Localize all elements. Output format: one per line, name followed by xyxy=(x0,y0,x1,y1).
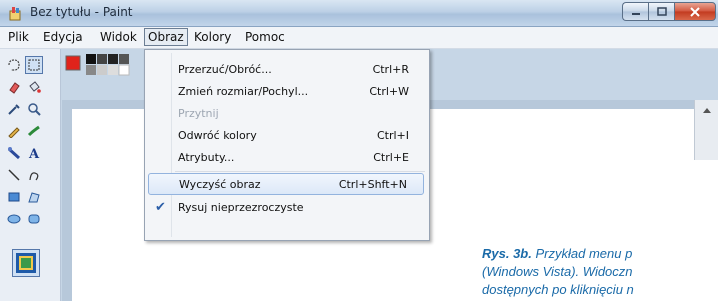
menu-item-shortcut: Ctrl+W xyxy=(369,85,409,98)
figure-caption-line-3: dostępnych po kliknięciu n xyxy=(482,282,634,297)
color-picker-icon[interactable] xyxy=(5,100,23,118)
menu-item-label: Atrybuty... xyxy=(178,151,235,164)
figure-caption-line-1: Rys. 3b. Przykład menu p xyxy=(482,246,632,261)
svg-text:A: A xyxy=(28,147,40,160)
menu-item-label: Przerzuć/Obróć... xyxy=(178,63,272,76)
rounded-rect-icon[interactable] xyxy=(25,210,43,228)
menu-item-label: Rysuj nieprzezroczyste xyxy=(178,201,304,214)
menu-pomoc[interactable]: Pomoc xyxy=(245,30,285,44)
checkmark-icon: ✔ xyxy=(155,200,166,215)
paint-app-icon xyxy=(9,7,21,21)
fill-style-selector[interactable] xyxy=(12,249,40,277)
maximize-button[interactable] xyxy=(648,2,674,21)
rectangle-icon[interactable] xyxy=(5,188,23,206)
menu-item-shortcut: Ctrl+I xyxy=(376,129,409,142)
menu-item-label: Zmień rozmiar/Pochyl... xyxy=(178,85,309,98)
menu-item-invert-colors[interactable]: Odwróć kolory Ctrl+I xyxy=(145,124,429,146)
minimize-button[interactable] xyxy=(622,2,648,21)
menu-item-clear-image[interactable]: Wyczyść obraz Ctrl+Shft+N xyxy=(148,173,424,195)
toolbox: A xyxy=(0,49,61,301)
color-swatch-white[interactable] xyxy=(118,64,130,76)
menu-plik[interactable]: Plik xyxy=(8,30,29,44)
rect-select-icon[interactable] xyxy=(25,56,43,74)
menu-item-resize-skew[interactable]: Zmień rozmiar/Pochyl... Ctrl+W xyxy=(145,80,429,102)
polygon-icon[interactable] xyxy=(25,188,43,206)
menu-kolory[interactable]: Kolory xyxy=(194,30,231,44)
menu-item-shortcut: Ctrl+R xyxy=(372,63,409,76)
menu-item-draw-opaque[interactable]: ✔ Rysuj nieprzezroczyste xyxy=(145,196,429,218)
color-swatch-dim[interactable] xyxy=(119,54,129,64)
menu-bar: Plik Edycja Widok Obraz Kolory Pomoc xyxy=(0,27,718,49)
fill-style-icon xyxy=(16,253,36,273)
obraz-dropdown-menu: Przerzuć/Obróć... Ctrl+R Zmień rozmiar/P… xyxy=(144,49,430,241)
maximize-icon xyxy=(656,7,667,16)
menu-separator xyxy=(175,171,425,172)
magnifier-icon[interactable] xyxy=(25,100,43,118)
color-palette xyxy=(62,52,152,88)
menu-item-crop: Przytnij xyxy=(145,102,429,124)
menu-item-attributes[interactable]: Atrybuty... Ctrl+E xyxy=(145,146,429,168)
figure-caption-line-2: (Windows Vista). Widoczn xyxy=(482,264,633,279)
primary-color-swatch[interactable] xyxy=(65,55,81,71)
close-icon xyxy=(690,6,700,17)
airbrush-icon[interactable] xyxy=(5,144,23,162)
menu-item-shortcut: Ctrl+E xyxy=(373,151,409,164)
brush-icon[interactable] xyxy=(25,122,43,140)
color-swatch-darkgray[interactable] xyxy=(97,54,107,64)
menu-item-label: Odwróć kolory xyxy=(178,129,257,142)
free-select-icon[interactable] xyxy=(5,56,23,74)
pencil-icon[interactable] xyxy=(5,122,23,140)
title-bar[interactable]: Bez tytułu - Paint xyxy=(0,0,718,27)
color-swatch-lightgray[interactable] xyxy=(97,65,107,75)
menu-obraz[interactable]: Obraz xyxy=(144,28,188,46)
minimize-icon xyxy=(631,12,640,15)
paint-window: Bez tytułu - Paint Plik Edycja Widok Obr… xyxy=(0,0,718,301)
curve-icon[interactable] xyxy=(25,166,43,184)
menu-item-label: Przytnij xyxy=(178,107,219,120)
menu-item-label: Wyczyść obraz xyxy=(179,178,261,191)
scroll-up-icon[interactable] xyxy=(695,100,718,120)
menu-widok[interactable]: Widok xyxy=(100,30,137,44)
window-title: Bez tytułu - Paint xyxy=(30,5,133,19)
color-swatch-black-2[interactable] xyxy=(108,54,118,64)
caption-buttons xyxy=(622,2,716,21)
figure-caption-label: Rys. 3b. xyxy=(482,246,532,261)
menu-item-flip-rotate[interactable]: Przerzuć/Obróć... Ctrl+R xyxy=(145,58,429,80)
figure-caption-panel xyxy=(456,160,718,301)
color-swatch-silver[interactable] xyxy=(108,65,118,75)
ellipse-icon[interactable] xyxy=(5,210,23,228)
menu-item-shortcut: Ctrl+Shft+N xyxy=(338,178,407,191)
line-icon[interactable] xyxy=(5,166,23,184)
text-icon[interactable]: A xyxy=(25,144,43,162)
figure-caption-text-1: Przykład menu p xyxy=(535,246,633,261)
color-swatch-gray[interactable] xyxy=(86,65,96,75)
eraser-icon[interactable] xyxy=(5,78,23,96)
fill-bucket-icon[interactable] xyxy=(25,78,43,96)
close-button[interactable] xyxy=(674,2,716,21)
color-swatch-black[interactable] xyxy=(86,54,96,64)
menu-edycja[interactable]: Edycja xyxy=(43,30,83,44)
